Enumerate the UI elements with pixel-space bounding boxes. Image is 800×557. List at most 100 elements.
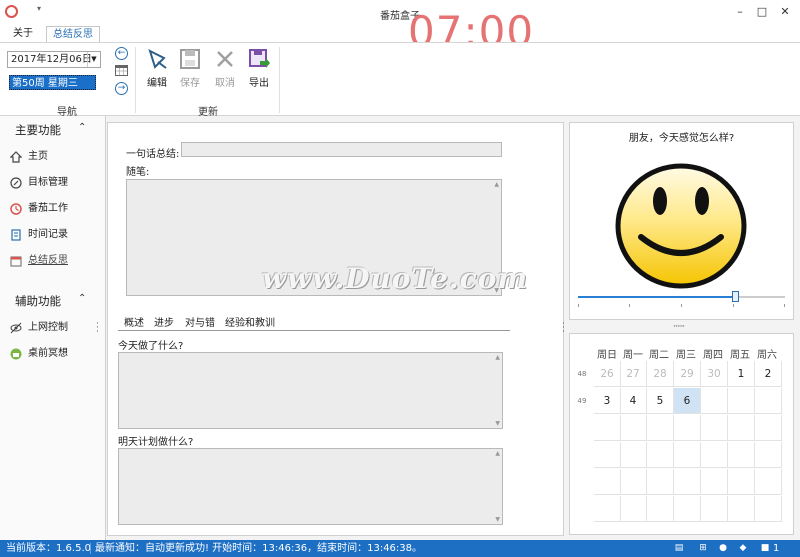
scroll-up-icon[interactable]: ▲ [495, 354, 500, 361]
sidebar-item-summary[interactable]: 总结反思 [10, 253, 100, 269]
export-button[interactable]: 导出 [244, 48, 274, 89]
tab-overview[interactable]: 概述 [124, 314, 144, 329]
sidebar-item-label: 上网控制 [28, 322, 68, 333]
mood-panel: 朋友，今天感觉怎么样? [569, 122, 794, 320]
calendar-day-label: 26 [600, 368, 614, 380]
watermark-text: www.DuoTe.com [262, 262, 529, 295]
sidebar-item-goals[interactable]: 目标管理 [10, 175, 100, 191]
calendar-day-cell[interactable]: 30 [701, 361, 728, 387]
edit-icon [146, 48, 168, 70]
calendar-day-cell[interactable]: 5 [647, 388, 674, 414]
maximize-button[interactable]: □ [752, 4, 772, 20]
one-line-summary-input[interactable] [181, 142, 502, 157]
calendar-day-cell[interactable]: 27 [620, 361, 647, 387]
sidebar-item-pomodoro[interactable]: 番茄工作 [10, 201, 100, 217]
calendar-day-cell[interactable]: 1 [728, 361, 755, 387]
calendar-panel: 周日 周一 周二 周三 周四 周五 周六 48 49 26 27 28 29 30 1 2 3… [569, 333, 794, 535]
notes-icon[interactable]: ▤ [672, 541, 686, 555]
next-date-icon[interactable]: → [115, 82, 128, 95]
tab-summary-reflection[interactable]: 总结反思 [46, 26, 100, 42]
sidebar: 主要功能 ⌃ 主页 目标管理 番茄工作 时间记录 总结反思 辅助功能 ⌃ 上网控… [0, 116, 106, 540]
calendar-day-cell [674, 415, 701, 441]
minimize-button[interactable]: – [730, 4, 750, 20]
sidebar-item-home[interactable]: 主页 [9, 149, 100, 165]
lightbulb-icon[interactable]: ● [716, 541, 730, 555]
calendar-day-label: 30 [707, 368, 721, 380]
calendar-day-cell [701, 496, 728, 522]
record-icon [10, 229, 22, 241]
scroll-down-icon[interactable]: ▼ [495, 420, 500, 427]
calendar-day-cell [594, 496, 621, 522]
chevron-up-icon[interactable]: ⌃ [78, 122, 86, 133]
previous-date-icon[interactable]: ← [115, 47, 128, 60]
date-picker[interactable]: 2017年12月06日 ▼ [7, 51, 101, 68]
calendar-day-cell[interactable]: 28 [647, 361, 674, 387]
splitter-grip-icon[interactable]: ······ [673, 322, 685, 332]
quick-access-dropdown-icon[interactable]: ▾ [37, 4, 41, 13]
date-picker-value: 2017年12月06日 [11, 54, 92, 65]
export-button-label: 导出 [249, 78, 269, 89]
summary-panel: 一句话总结: 随笔: ▲ ▼ 概述 进步 对与错 经验和教训 今天做了什么? ▲… [107, 122, 564, 536]
calendar-day-cell [647, 496, 674, 522]
ribbon-divider [279, 47, 280, 113]
calendar-day-cell[interactable]: 26 [594, 361, 621, 387]
tab-lessons[interactable]: 经验和教训 [225, 314, 275, 329]
calendar-day-cell [755, 415, 782, 441]
sidebar-item-internet-control[interactable]: 上网控制 [10, 320, 100, 336]
calendar-day-cell [620, 442, 647, 468]
weekday-header: 周四 [703, 350, 723, 361]
mood-slider-thumb[interactable] [732, 291, 740, 302]
tomorrow-plan-textarea[interactable]: ▲ ▼ [118, 448, 503, 525]
edit-button[interactable]: 编辑 [142, 48, 172, 89]
week-info-field[interactable]: 第50周 星期三 93% [9, 75, 96, 104]
calendar-day-cell[interactable]: 3 [594, 388, 621, 414]
tab-right-wrong[interactable]: 对与错 [185, 314, 215, 329]
scroll-down-icon[interactable]: ▼ [495, 516, 500, 523]
close-button[interactable]: ✕ [775, 4, 795, 20]
today-done-textarea[interactable]: ▲ ▼ [118, 352, 503, 429]
week-number: 49 [577, 397, 587, 405]
ribbon-divider [135, 47, 136, 113]
calendar-day-cell [674, 469, 701, 495]
calendar-day-cell [728, 496, 755, 522]
cancel-icon [214, 48, 236, 70]
splitter-grip-icon[interactable]: · · · [96, 320, 99, 337]
main-functions-title: 主要功能 [15, 123, 61, 137]
scroll-up-icon[interactable]: ▲ [495, 450, 500, 457]
weekday-header: 周五 [730, 350, 750, 361]
windows-icon[interactable]: ⊞ [696, 541, 710, 555]
calendar-day-cell [594, 469, 621, 495]
lock-icon[interactable]: ■ [758, 541, 772, 555]
calendar-day-cell[interactable]: 4 [620, 388, 647, 414]
calendar-day-cell [674, 442, 701, 468]
mood-slider-fill [578, 296, 736, 298]
sidebar-item-time-record[interactable]: 时间记录 [10, 227, 100, 243]
mood-question: 朋友，今天感觉怎么样? [628, 133, 735, 144]
status-divider [90, 543, 91, 554]
calendar-day-cell [728, 388, 755, 414]
calendar-day-cell[interactable]: 2 [755, 361, 782, 387]
calendar-day-cell [701, 415, 728, 441]
save-button[interactable]: 保存 [175, 48, 205, 89]
calendar-day-cell [674, 496, 701, 522]
chevron-up-icon[interactable]: ⌃ [78, 293, 86, 304]
sidebar-item-meditation[interactable]: 桌前冥想 [10, 346, 100, 362]
calendar-day-cell[interactable]: 6 [674, 388, 701, 414]
calendar-day-cell[interactable]: 29 [674, 361, 701, 387]
calendar-day-cell [755, 469, 782, 495]
calendar-day-cell [755, 442, 782, 468]
slider-tick [784, 304, 785, 307]
cancel-button[interactable]: 取消 [210, 48, 240, 89]
splitter-grip-icon[interactable]: · · · [562, 320, 565, 337]
scroll-up-icon[interactable]: ▲ [494, 181, 499, 188]
mood-slider[interactable] [578, 291, 785, 307]
notice-text: 最新通知：自动更新成功! 开始时间：13:46:36，结束时间：13:46:38… [95, 543, 423, 554]
one-line-summary-label: 一句话总结: [126, 149, 180, 160]
app-tray-icon[interactable]: ◆ [736, 541, 750, 555]
calendar-grid-icon[interactable] [115, 65, 128, 76]
tab-about[interactable]: 关于 [7, 26, 39, 42]
chevron-down-icon[interactable]: ▼ [87, 52, 100, 67]
eye-icon [10, 322, 22, 334]
clock-icon [10, 203, 22, 215]
tab-progress[interactable]: 进步 [154, 314, 174, 329]
